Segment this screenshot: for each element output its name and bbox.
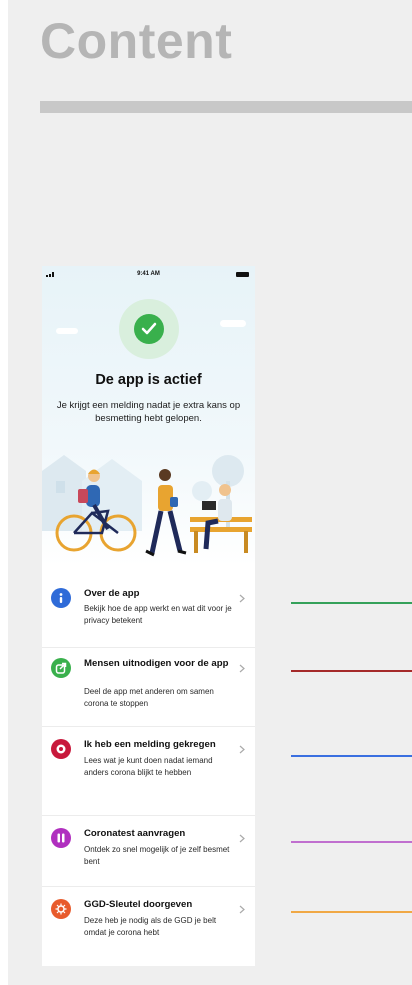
info-icon [51, 588, 71, 608]
test-icon [51, 828, 71, 848]
status-time: 9:41 AM [137, 271, 160, 277]
chevron-right-icon [239, 830, 245, 848]
menu-item-melding-gekregen[interactable]: Ik heb een melding gekregen Lees wat je … [42, 727, 255, 816]
share-icon [51, 658, 71, 678]
annotation-line [291, 602, 412, 604]
status-bar: 9:41 AM [42, 266, 255, 284]
chevron-right-icon [239, 590, 245, 608]
menu-item-mensen-uitnodigen[interactable]: Mensen uitnodigen voor de app Deel de ap… [42, 648, 255, 727]
menu-item-title: Coronatest aanvragen [84, 828, 186, 839]
menu-item-description: Bekijk hoe de app werkt en wat dit voor … [84, 604, 232, 625]
phone-screen: 9:41 AM De app is actief Je krijgt een m… [42, 266, 255, 966]
menu-item-description: Deze heb je nodig als de GGD je belt omd… [84, 916, 217, 937]
left-gutter [0, 0, 8, 985]
menu-item-description: Ontdek zo snel mogelijk of je zelf besme… [84, 845, 230, 866]
cloud-decoration [220, 320, 246, 327]
chevron-right-icon [239, 901, 245, 919]
check-icon [134, 314, 164, 344]
menu-item-ggd-sleutel[interactable]: GGD-Sleutel doorgeven Deze heb je nodig … [42, 887, 255, 959]
status-subtitle: Je krijgt een melding nadat je extra kan… [56, 400, 241, 424]
menu-item-title: Over de app [84, 588, 140, 599]
people-illustration [42, 455, 252, 557]
annotation-line [291, 755, 412, 757]
menu-item-title: GGD-Sleutel doorgeven [84, 899, 193, 910]
heading-rule [40, 101, 412, 113]
battery-icon [236, 272, 249, 277]
cloud-decoration [56, 328, 78, 334]
annotation-line [291, 841, 412, 843]
menu-list: Over de app Bekijk hoe de app werkt en w… [42, 578, 255, 959]
alert-icon [51, 739, 71, 759]
menu-item-title: Mensen uitnodigen voor de app [84, 658, 229, 669]
page: Content 9:41 AM De app is actief Je krij… [0, 0, 412, 985]
menu-item-over-de-app[interactable]: Over de app Bekijk hoe de app werkt en w… [42, 578, 255, 648]
menu-item-description: Lees wat je kunt doen nadat iemand ander… [84, 756, 213, 777]
annotation-line [291, 670, 412, 672]
menu-item-description: Deel de app met anderen om samen corona … [84, 687, 214, 708]
chevron-right-icon [239, 660, 245, 678]
hero-section: 9:41 AM De app is actief Je krijgt een m… [42, 266, 255, 566]
status-title: De app is actief [95, 372, 202, 388]
virus-icon [51, 899, 71, 919]
chevron-right-icon [239, 741, 245, 759]
annotation-line [291, 911, 412, 913]
menu-item-title: Ik heb een melding gekregen [84, 739, 216, 750]
menu-item-coronatest[interactable]: Coronatest aanvragen Ontdek zo snel moge… [42, 816, 255, 887]
page-heading: Content [40, 13, 233, 69]
